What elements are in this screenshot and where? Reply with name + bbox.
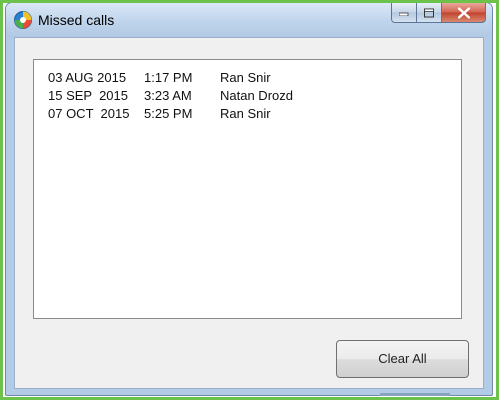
caller-name: Ran Snir <box>220 70 271 85</box>
close-icon <box>457 7 470 18</box>
window-bottom-edge <box>380 393 450 396</box>
close-button[interactable] <box>442 3 486 23</box>
call-time: 3:23 AM <box>144 88 192 103</box>
caller-name: Natan Drozd <box>220 88 293 103</box>
maximize-icon <box>424 8 434 17</box>
caller-name: Ran Snir <box>220 106 271 121</box>
clear-all-button[interactable]: Clear All <box>336 340 469 378</box>
call-time: 1:17 PM <box>144 70 193 85</box>
app-icon <box>14 11 32 29</box>
maximize-button[interactable] <box>417 3 442 23</box>
title-bar[interactable]: Missed calls <box>6 3 492 37</box>
minimize-button[interactable] <box>391 3 417 23</box>
window-controls <box>391 3 486 23</box>
missed-calls-list[interactable]: 03 AUG 2015 1:17 PM Ran Snir 15 SEP 2015… <box>33 59 462 319</box>
minimize-icon <box>399 12 409 16</box>
window-title: Missed calls <box>38 12 115 28</box>
call-time: 5:25 PM <box>144 106 193 121</box>
